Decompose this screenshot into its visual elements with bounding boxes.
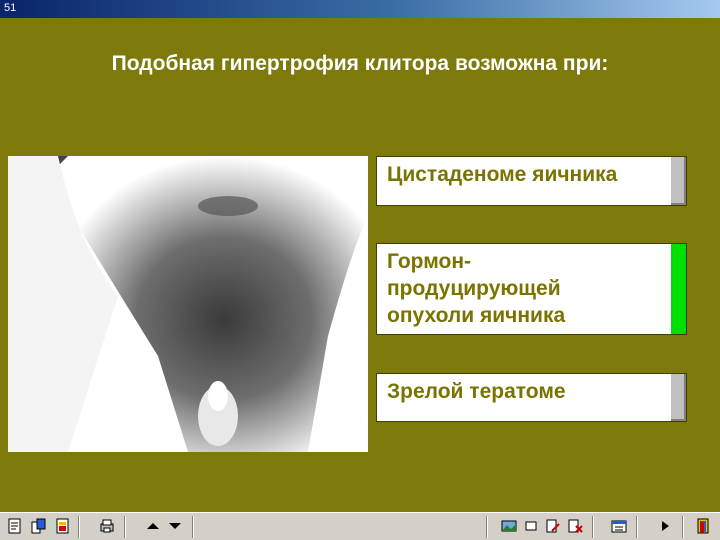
answer-option-2-line-2: продуцирующей	[387, 277, 561, 300]
answer-option-3-indicator	[670, 374, 686, 421]
answer-option-1-indicator	[670, 157, 686, 205]
toolbar-separator	[124, 516, 126, 538]
edit-icon[interactable]	[544, 517, 562, 535]
arrow-down-icon[interactable]	[166, 517, 184, 535]
clinical-photo-image	[8, 156, 368, 452]
clinical-photo	[8, 156, 368, 452]
toolbar-separator	[192, 516, 194, 538]
notes-icon[interactable]	[6, 517, 24, 535]
toolbar-separator	[636, 516, 638, 538]
toolbar-separator	[78, 516, 80, 538]
frame-icon[interactable]	[522, 517, 540, 535]
answer-option-1-line: Цистаденоме яичника	[387, 163, 618, 186]
title-bar: 51	[0, 0, 720, 18]
answer-option-3-line: Зрелой тератоме	[387, 380, 566, 403]
image-icon[interactable]	[500, 517, 518, 535]
toolbar-separator	[592, 516, 594, 538]
answer-option-3[interactable]: Зрелой тератоме	[376, 373, 687, 422]
question-text: Подобная гипертрофия клитора возможна пр…	[111, 52, 609, 75]
bottom-toolbar	[0, 512, 720, 540]
copy-icon[interactable]	[30, 517, 48, 535]
toolbar-separator	[682, 516, 684, 538]
answer-option-3-text: Зрелой тератоме	[387, 378, 662, 405]
answer-option-1[interactable]: Цистаденоме яичника	[376, 156, 687, 206]
answer-option-2-text: Гормон- продуцирующей опухоли яичника	[387, 248, 662, 329]
answer-option-2[interactable]: Гормон- продуцирующей опухоли яичника	[376, 243, 687, 335]
answer-option-1-text: Цистаденоме яичника	[387, 161, 662, 188]
answer-option-2-line-3: опухоли яичника	[387, 304, 566, 327]
calendar-icon[interactable]	[610, 517, 628, 535]
exit-icon[interactable]	[694, 517, 712, 535]
play-icon[interactable]	[656, 517, 674, 535]
toolbar-separator	[486, 516, 488, 538]
export-icon[interactable]	[54, 517, 72, 535]
arrow-up-icon[interactable]	[144, 517, 162, 535]
window-title: 51	[4, 2, 17, 14]
answer-option-2-indicator	[670, 244, 686, 334]
print-icon[interactable]	[98, 517, 116, 535]
answer-option-2-line-1: Гормон-	[387, 250, 471, 273]
delete-icon[interactable]	[566, 517, 584, 535]
